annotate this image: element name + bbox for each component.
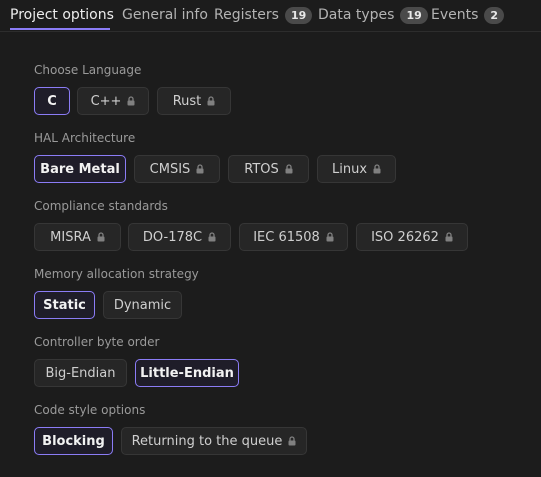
lock-icon — [285, 164, 293, 174]
option-returning-to-queue[interactable]: Returning to the queue — [121, 427, 307, 455]
option-label: C — [47, 93, 57, 109]
lock-icon — [127, 96, 135, 106]
tab-bar: Project options General info Registers 1… — [0, 0, 541, 32]
option-label: Big-Endian — [45, 365, 116, 381]
count-badge: 2 — [484, 6, 505, 24]
tab-registers[interactable]: Registers 19 — [214, 5, 313, 25]
tab-data-types[interactable]: Data types 19 — [318, 5, 428, 25]
option-misra[interactable]: MISRA — [34, 223, 121, 251]
lock-icon — [196, 164, 204, 174]
option-rtos[interactable]: RTOS — [228, 155, 309, 183]
section-label-hal: HAL Architecture — [34, 131, 136, 145]
option-static[interactable]: Static — [34, 291, 95, 319]
section-label-code-style: Code style options — [34, 403, 146, 417]
section-label-byte-order: Controller byte order — [34, 335, 160, 349]
option-label: Bare Metal — [40, 161, 120, 177]
option-label: Linux — [331, 161, 368, 177]
option-label: C++ — [90, 93, 122, 109]
option-iso-26262[interactable]: ISO 26262 — [356, 223, 468, 251]
option-little-endian[interactable]: Little-Endian — [135, 359, 239, 387]
section-label-compliance: Compliance standards — [34, 199, 168, 213]
option-label: RTOS — [244, 161, 279, 177]
tab-label: Events — [431, 7, 479, 23]
option-linux[interactable]: Linux — [317, 155, 396, 183]
lock-icon — [207, 96, 215, 106]
option-c[interactable]: C — [34, 87, 70, 115]
option-bare-metal[interactable]: Bare Metal — [34, 155, 126, 183]
option-label: ISO 26262 — [371, 229, 439, 245]
tab-label: Data types — [318, 7, 395, 23]
option-label: Static — [43, 297, 86, 313]
lock-icon — [373, 164, 381, 174]
lock-icon — [288, 436, 296, 446]
option-rust[interactable]: Rust — [157, 87, 231, 115]
option-blocking[interactable]: Blocking — [34, 427, 113, 455]
option-label: IEC 61508 — [253, 229, 320, 245]
option-do-178c[interactable]: DO-178C — [128, 223, 231, 251]
option-iec-61508[interactable]: IEC 61508 — [239, 223, 348, 251]
active-tab-indicator — [10, 28, 110, 30]
option-label: MISRA — [50, 229, 91, 245]
option-big-endian[interactable]: Big-Endian — [34, 359, 127, 387]
tab-general-info[interactable]: General info — [122, 5, 208, 25]
tab-events[interactable]: Events 2 — [431, 5, 505, 25]
option-label: Rust — [172, 93, 202, 109]
lock-icon — [326, 232, 334, 242]
tab-label: General info — [122, 7, 208, 23]
count-badge: 19 — [284, 6, 313, 24]
option-label: DO-178C — [142, 229, 203, 245]
lock-icon — [97, 232, 105, 242]
count-badge: 19 — [400, 6, 428, 24]
tab-label: Registers — [214, 7, 279, 23]
tab-label: Project options — [10, 7, 114, 23]
option-label: Dynamic — [113, 297, 172, 313]
lock-icon — [208, 232, 216, 242]
option-label: Returning to the queue — [131, 433, 283, 449]
section-label-memory: Memory allocation strategy — [34, 267, 199, 281]
lock-icon — [445, 232, 453, 242]
option-label: Little-Endian — [140, 365, 234, 381]
option-cmsis[interactable]: CMSIS — [134, 155, 220, 183]
option-dynamic[interactable]: Dynamic — [103, 291, 182, 319]
section-label-language: Choose Language — [34, 63, 142, 77]
option-cpp[interactable]: C++ — [77, 87, 149, 115]
option-label: Blocking — [42, 433, 105, 449]
option-label: CMSIS — [149, 161, 191, 177]
tab-project-options[interactable]: Project options — [10, 5, 114, 25]
